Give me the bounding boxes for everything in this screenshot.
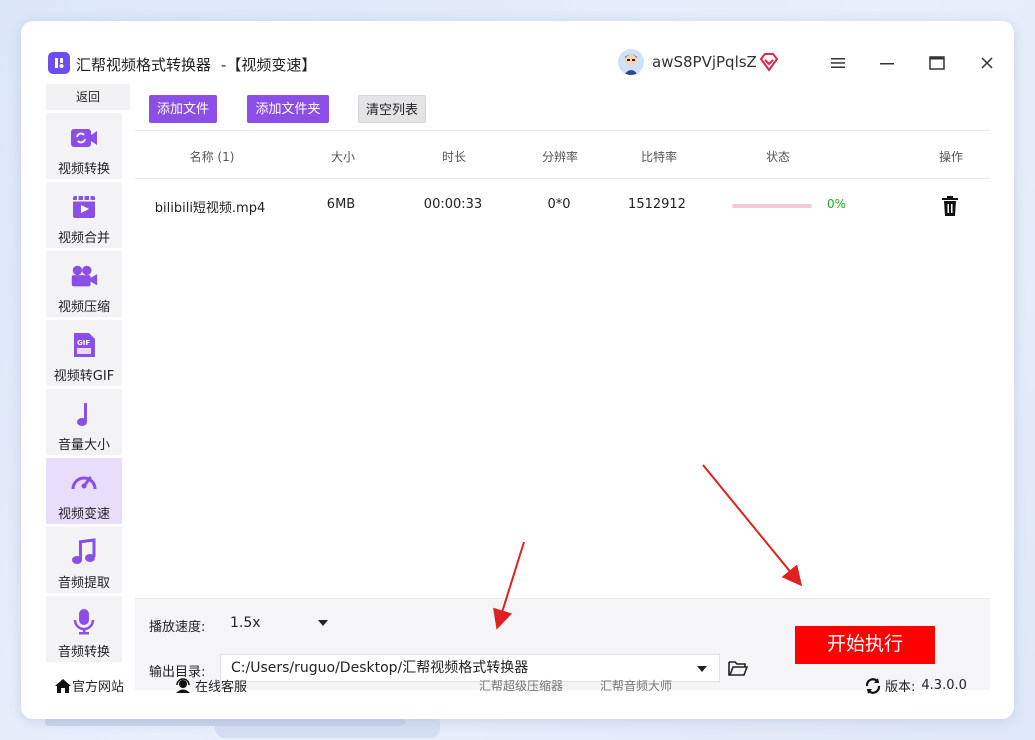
sidebar-item-label: 音量大小 [57, 438, 110, 453]
header-resolution[interactable]: 分辨率 [542, 148, 578, 165]
microphone-icon [69, 606, 99, 636]
version-value: 4.3.0.0 [921, 678, 967, 693]
start-button[interactable]: 开始执行 [795, 626, 935, 664]
audio-extract-icon [69, 537, 99, 567]
sidebar-item-video-gif[interactable]: GIF 视频转GIF [46, 320, 122, 386]
header-duration[interactable]: 时长 [442, 148, 466, 165]
sidebar-item-volume[interactable]: 音量大小 [46, 389, 122, 455]
speedometer-icon [69, 468, 99, 498]
minimize-icon[interactable] [875, 51, 899, 75]
progress-percent: 0% [827, 197, 847, 211]
clear-list-button[interactable]: 清空列表 [358, 95, 426, 123]
official-site-label: 官方网站 [72, 680, 125, 695]
sidebar-item-label: 音频转换 [57, 645, 110, 660]
app-subtitle: -【视频变速】 [221, 56, 317, 74]
sidebar-item-label: 视频合并 [57, 231, 110, 246]
headset-icon [176, 677, 190, 693]
gif-icon: GIF [69, 330, 99, 360]
toolbar: 添加文件 添加文件夹 清空列表 [135, 83, 990, 131]
app-window: 汇帮视频格式转换器 -【视频变速】 awS8PVjPqlsZ 返回 视频转换 视… [21, 21, 1014, 719]
chevron-down-icon [318, 620, 328, 626]
sidebar-item-audio-convert[interactable]: 音频转换 [46, 596, 122, 662]
official-site-link[interactable]: 官方网站 [54, 676, 124, 695]
app-logo-icon [48, 52, 70, 74]
speed-value: 1.5x [230, 615, 261, 631]
app-title: 汇帮视频格式转换器 [76, 56, 212, 74]
menu-icon[interactable] [826, 51, 850, 75]
sidebar-item-video-speed[interactable]: 视频变速 [46, 458, 122, 524]
header-name[interactable]: 名称 (1) [190, 148, 235, 165]
add-file-button[interactable]: 添加文件 [149, 95, 217, 123]
sidebar-item-video-merge[interactable]: 视频合并 [46, 182, 122, 248]
sidebar-item-video-compress[interactable]: 视频压缩 [46, 251, 122, 317]
add-folder-button[interactable]: 添加文件夹 [247, 95, 329, 123]
audio-master-link[interactable]: 汇帮音频大师 [600, 677, 672, 694]
username[interactable]: awS8PVjPqlsZ [652, 53, 757, 71]
footer: 官方网站 在线客服 汇帮超级压缩器 汇帮音频大师 版本: 4.3.0.0 [46, 669, 991, 703]
svg-text:GIF: GIF [77, 339, 90, 347]
version-info[interactable]: 版本: 4.3.0.0 [864, 676, 967, 695]
compressor-link[interactable]: 汇帮超级压缩器 [479, 677, 563, 694]
maximize-icon[interactable] [925, 51, 949, 75]
sidebar-item-label: 视频转换 [57, 162, 110, 177]
sidebar-item-video-convert[interactable]: 视频转换 [46, 113, 122, 179]
header-bitrate[interactable]: 比特率 [641, 148, 677, 165]
header-status[interactable]: 状态 [766, 148, 790, 165]
music-note-icon [69, 399, 99, 429]
online-service-label: 在线客服 [195, 680, 248, 695]
table-row[interactable]: bilibili短视频.mp4 6MB 00:00:33 0*0 1512912… [135, 183, 990, 227]
sidebar-item-label: 视频压缩 [57, 300, 110, 315]
background-decoration [45, 718, 405, 726]
file-bitrate: 1512912 [628, 197, 686, 212]
progress-bar [732, 204, 812, 208]
sidebar: 返回 视频转换 视频合并 视频压缩 GIF 视频转GIF 音量大小 视频变速 音… [46, 84, 130, 662]
header-size[interactable]: 大小 [331, 148, 355, 165]
home-icon [55, 678, 71, 693]
file-size: 6MB [326, 197, 356, 212]
file-name: bilibili短视频.mp4 [154, 201, 266, 216]
header-actions: 操作 [938, 150, 964, 164]
table-header: 名称 (1) 大小 时长 分辨率 比特率 状态 操作 [135, 132, 990, 179]
user-avatar[interactable] [618, 49, 644, 75]
file-duration: 00:00:33 [423, 197, 483, 212]
close-icon[interactable] [975, 51, 999, 75]
online-service-link[interactable]: 在线客服 [174, 676, 247, 695]
trash-icon[interactable] [940, 195, 960, 217]
sidebar-item-label: 音频提取 [57, 576, 110, 591]
main-panel: 添加文件 添加文件夹 清空列表 名称 (1) 大小 时长 分辨率 比特率 状态 … [135, 83, 990, 690]
file-resolution: 0*0 [547, 197, 571, 212]
title-bar: 汇帮视频格式转换器 -【视频变速】 awS8PVjPqlsZ [46, 49, 993, 79]
video-convert-icon [69, 123, 99, 153]
vip-diamond-icon[interactable] [759, 52, 779, 72]
back-button[interactable]: 返回 [46, 84, 130, 110]
sidebar-item-label: 视频转GIF [53, 369, 115, 384]
sidebar-item-audio-extract[interactable]: 音频提取 [46, 527, 122, 593]
refresh-icon [865, 677, 881, 694]
sidebar-item-label: 视频变速 [57, 507, 110, 522]
version-label: 版本: [885, 680, 916, 695]
speed-label: 播放速度: [149, 620, 206, 635]
video-compress-icon [69, 261, 99, 291]
video-merge-icon [69, 192, 99, 222]
speed-select[interactable]: 1.5x [220, 609, 340, 637]
